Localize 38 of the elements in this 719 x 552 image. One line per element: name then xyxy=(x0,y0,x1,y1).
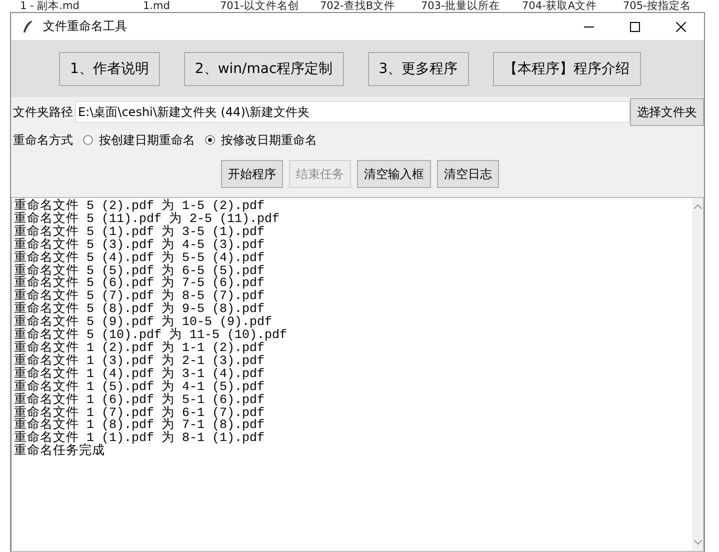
log-line: 重命名文件 5 (10).pdf 为 11-5 (10).pdf xyxy=(14,329,288,342)
radio-button[interactable] xyxy=(83,135,93,145)
log-line: 重命名文件 5 (2).pdf 为 1-5 (2).pdf xyxy=(14,200,265,213)
desktop-file-label[interactable]: 704-获取A文件 xyxy=(522,0,623,12)
desktop-file-label[interactable]: 703-批量以所在 xyxy=(421,0,522,12)
choose-folder-button[interactable]: 选择文件夹 xyxy=(630,98,704,126)
log-line: 重命名文件 5 (1).pdf 为 3-5 (1).pdf xyxy=(14,226,265,239)
feather-icon xyxy=(21,20,35,34)
log-line: 重命名文件 5 (3).pdf 为 4-5 (3).pdf xyxy=(14,238,265,252)
desktop-file-label[interactable]: 701-以文件名创 xyxy=(220,0,320,12)
desktop-file-label[interactable]: 1.md xyxy=(143,0,220,12)
log-line: 重命名文件 1 (5).pdf 为 4-1 (5).pdf xyxy=(14,380,265,394)
desktop-file-label[interactable]: 1 - 副本.md xyxy=(20,0,143,12)
action-button[interactable]: 开始程序 xyxy=(221,160,283,188)
menu-button[interactable]: 【本程序】程序介绍 xyxy=(492,52,641,86)
log-line: 重命名文件 1 (6).pdf 为 5-1 (6).pdf xyxy=(14,394,265,406)
desktop-file-label[interactable]: 702-查找B文件 xyxy=(320,0,421,12)
log-line: 重命名文件 1 (2).pdf 为 1-1 (2).pdf xyxy=(14,342,265,355)
field-label: 重命名方式 xyxy=(13,132,73,148)
log-line: 重命名文件 1 (3).pdf 为 2-1 (3).pdf xyxy=(14,354,265,368)
menu-button[interactable]: 1、作者说明 xyxy=(59,52,160,86)
log-line: 重命名文件 1 (4).pdf 为 3-1 (4).pdf xyxy=(14,368,265,381)
action-button[interactable]: 清空输入框 xyxy=(357,160,431,188)
action-button[interactable]: 清空日志 xyxy=(437,160,499,188)
desktop-file-label[interactable]: 705-按指定名 xyxy=(623,0,691,12)
log-line: 重命名任务完成 xyxy=(14,445,105,458)
radio-label[interactable]: 按修改日期重命名 xyxy=(221,132,317,148)
field-label: 文件夹路径 xyxy=(13,104,73,120)
close-icon[interactable] xyxy=(676,22,686,32)
log-line: 重命名文件 5 (11).pdf 为 2-5 (11).pdf xyxy=(14,212,280,226)
window-title: 文件重命名工具 xyxy=(43,18,128,35)
radio-label[interactable]: 按创建日期重命名 xyxy=(99,132,195,148)
menu-button[interactable]: 3、更多程序 xyxy=(368,52,469,86)
maximize-icon[interactable] xyxy=(630,22,640,32)
radio-button[interactable] xyxy=(205,135,215,145)
log-line: 重命名文件 5 (4).pdf 为 5-5 (4).pdf xyxy=(14,252,265,265)
path-input-field[interactable]: E:\桌面\ceshi\新建文件夹 (44)\新建文件夹 xyxy=(75,101,630,123)
menu-button[interactable]: 2、win/mac程序定制 xyxy=(184,52,344,86)
